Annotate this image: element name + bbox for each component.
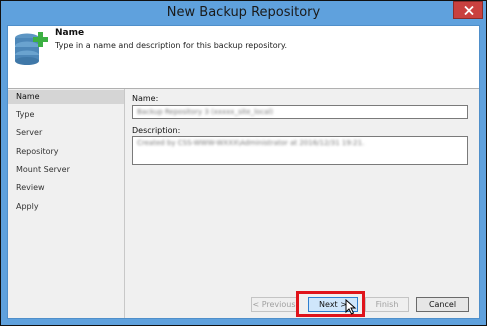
- form-panel: Name: Backup Repository 3 (xxxxx_site_lo…: [125, 89, 479, 318]
- sidebar-item-name[interactable]: Name: [8, 90, 124, 104]
- sidebar-item-mount-server[interactable]: Mount Server: [8, 163, 124, 177]
- name-label: Name:: [132, 94, 159, 103]
- close-icon: [464, 6, 474, 15]
- description-value: Created by CSS-WWW-WXXX\Administrator at…: [137, 139, 365, 147]
- window-title: New Backup Repository: [166, 5, 321, 20]
- database-add-icon: [15, 32, 48, 65]
- sidebar-item-type[interactable]: Type: [8, 108, 124, 122]
- step-description: Type in a name and description for this …: [55, 41, 288, 50]
- description-label: Description:: [132, 126, 181, 135]
- sidebar-item-review[interactable]: Review: [8, 181, 124, 195]
- sidebar-item-server[interactable]: Server: [8, 126, 124, 140]
- wizard-body: Name Type in a name and description for …: [7, 25, 480, 319]
- wizard-window: New Backup Repository Name Type in a nam…: [0, 0, 487, 326]
- mouse-cursor-icon: [345, 299, 357, 315]
- step-title: Name: [55, 28, 85, 38]
- description-textarea[interactable]: Created by CSS-WWW-WXXX\Administrator at…: [132, 136, 468, 165]
- name-input[interactable]: Backup Repository 3 (xxxxx_site_local): [132, 105, 468, 119]
- title-bar[interactable]: New Backup Repository: [1, 1, 486, 25]
- steps-sidebar: Name Type Server Repository Mount Server…: [8, 89, 124, 318]
- name-value: Backup Repository 3 (xxxxx_site_local): [137, 108, 274, 116]
- wizard-header: Name Type in a name and description for …: [8, 26, 479, 89]
- sidebar-item-apply[interactable]: Apply: [8, 200, 124, 214]
- cancel-button[interactable]: Cancel: [416, 297, 469, 312]
- finish-button[interactable]: Finish: [365, 297, 409, 312]
- sidebar-item-repository[interactable]: Repository: [8, 145, 124, 159]
- previous-button[interactable]: < Previous: [251, 297, 297, 312]
- close-button[interactable]: [453, 1, 483, 19]
